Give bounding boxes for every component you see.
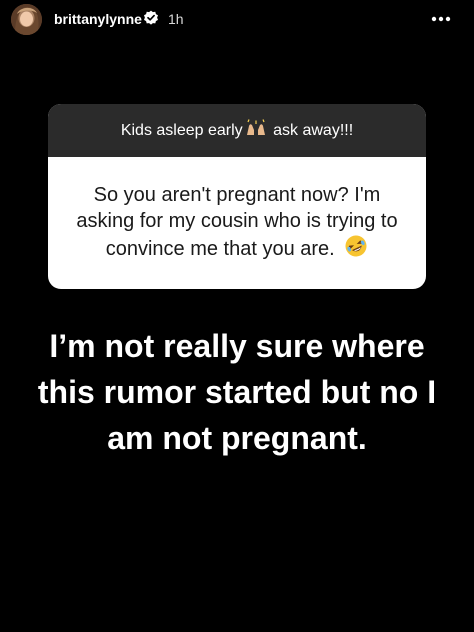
username[interactable]: brittanylynne <box>54 11 142 27</box>
question-sticker[interactable]: Kids asleep early ask away!!! So you are… <box>48 104 426 289</box>
prompt-text-end: ask away!!! <box>268 121 354 139</box>
answer-text: I’m not really sure where this rumor sta… <box>37 328 437 456</box>
verified-badge-icon <box>144 10 158 25</box>
sticker-prompt: Kids asleep early ask away!!! <box>48 104 426 157</box>
rolling-laughing-icon <box>344 234 368 265</box>
sticker-question-area: So you aren't pregnant now? I'm asking f… <box>48 157 426 289</box>
profile-avatar[interactable] <box>11 4 42 35</box>
raising-hands-icon <box>245 119 267 142</box>
question-text-block: So you aren't pregnant now? I'm asking f… <box>62 182 412 265</box>
more-dots-icon[interactable] <box>426 8 456 30</box>
story-header: brittanylynne 1h <box>0 0 474 44</box>
prompt-text-start: Kids asleep early <box>120 121 243 139</box>
post-time: 1h <box>168 11 184 27</box>
